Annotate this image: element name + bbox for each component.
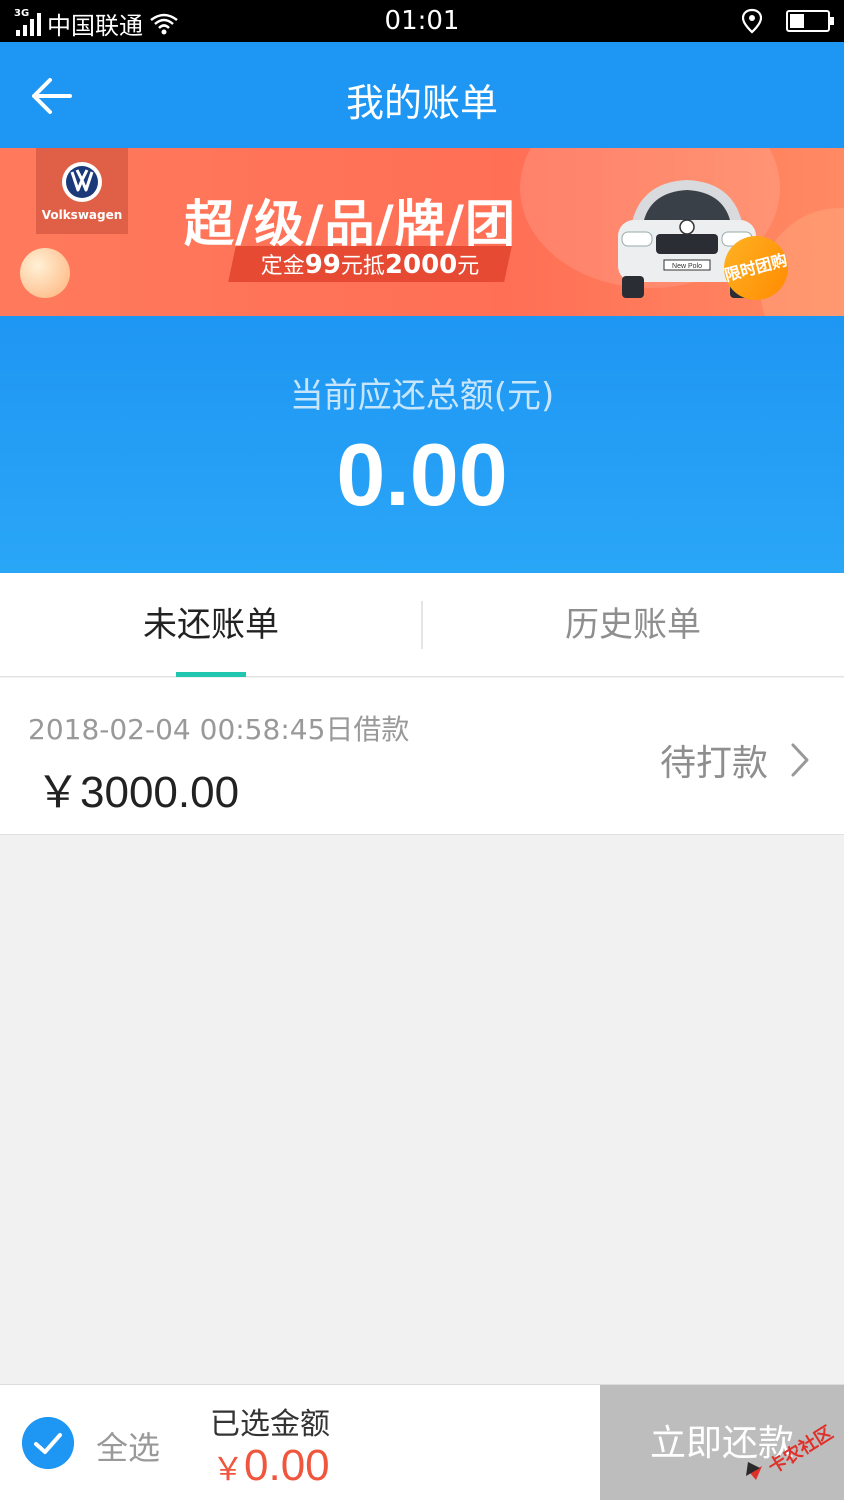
select-all-label[interactable]: 全选 bbox=[96, 1423, 160, 1469]
subtitle-prefix: 定金 bbox=[260, 254, 305, 279]
promo-banner[interactable]: Volkswagen 超/级/品/牌/团 定金99元抵2000元 New Pol… bbox=[0, 148, 844, 316]
chevron-right-icon bbox=[791, 743, 809, 777]
selected-amount: ￥0.00 bbox=[212, 1441, 330, 1491]
tab-unpaid-bills[interactable]: 未还账单 bbox=[0, 573, 422, 677]
volkswagen-logo-icon bbox=[62, 162, 102, 202]
bill-amount: ￥3000.00 bbox=[36, 768, 240, 817]
status-right bbox=[742, 8, 834, 34]
header: 我的账单 bbox=[0, 42, 844, 148]
select-all-checkbox-icon[interactable] bbox=[22, 1417, 74, 1469]
bottom-action-bar: 全选 已选金额 ￥0.00 立即还款 bbox=[0, 1384, 844, 1500]
status-bar: 3G 中国联通 01:01 bbox=[0, 0, 844, 42]
active-tab-indicator bbox=[176, 672, 246, 677]
total-due-amount: 0.00 bbox=[336, 425, 508, 524]
status-time: 01:01 bbox=[384, 6, 460, 36]
banner-subtitle: 定金99元抵2000元 bbox=[232, 248, 508, 280]
back-arrow-icon[interactable] bbox=[24, 68, 80, 124]
subtitle-suffix: 元 bbox=[457, 254, 480, 279]
subtitle-middle: 元抵 bbox=[340, 254, 385, 279]
bill-tabs: 未还账单 历史账单 bbox=[0, 573, 844, 677]
selected-amount-value: 0.00 bbox=[244, 1441, 330, 1490]
bill-status: 待打款 bbox=[660, 743, 769, 784]
amount-summary: 当前应还总额(元) 0.00 bbox=[0, 316, 844, 573]
bill-date: 2018-02-04 00:58:45日借款 bbox=[28, 713, 410, 746]
discount-amount: 2000 bbox=[384, 250, 458, 280]
brand-logo: Volkswagen bbox=[36, 148, 128, 234]
total-due-label: 当前应还总额(元) bbox=[289, 376, 555, 416]
deposit-amount: 99 bbox=[304, 250, 341, 280]
car-plate: New Polo bbox=[672, 263, 702, 270]
page-title: 我的账单 bbox=[345, 81, 498, 125]
battery-icon bbox=[786, 10, 834, 32]
selected-amount-label: 已选金额 bbox=[210, 1407, 330, 1442]
battery-level bbox=[790, 14, 804, 28]
currency-symbol: ￥ bbox=[212, 1451, 245, 1487]
tab-bill-history[interactable]: 历史账单 bbox=[422, 573, 844, 677]
location-icon bbox=[742, 8, 762, 34]
banner-orb bbox=[20, 248, 70, 298]
brand-name: Volkswagen bbox=[41, 208, 123, 222]
bill-list-item[interactable]: 2018-02-04 00:58:45日借款 ￥3000.00 待打款 bbox=[0, 678, 844, 835]
